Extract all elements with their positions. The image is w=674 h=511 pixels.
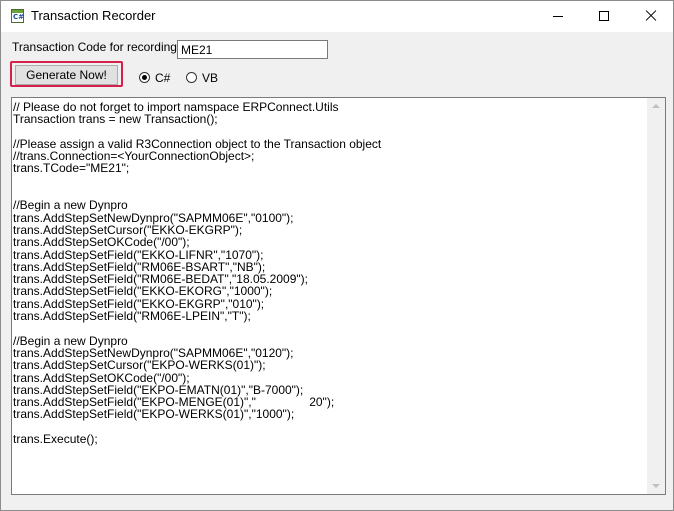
close-icon <box>645 10 657 22</box>
title-bar[interactable]: C# Transaction Recorder <box>1 1 673 32</box>
app-icon-text: C# <box>13 13 25 21</box>
csharp-file-icon: C# <box>11 9 24 23</box>
vb-radio[interactable] <box>186 72 197 83</box>
vb-radio-label[interactable]: VB <box>202 71 218 85</box>
maximize-button[interactable] <box>581 1 627 32</box>
scroll-up-button[interactable] <box>648 98 665 115</box>
chevron-down-icon <box>652 484 660 488</box>
close-button[interactable] <box>627 1 673 32</box>
code-editor[interactable]: // Please do not forget to import namspa… <box>11 97 666 495</box>
transaction-code-input[interactable] <box>177 40 328 59</box>
transaction-code-label: Transaction Code for recording <box>12 40 177 54</box>
csharp-radio[interactable] <box>139 72 150 83</box>
minimize-button[interactable] <box>535 1 581 32</box>
vertical-scrollbar[interactable] <box>647 98 665 494</box>
generated-code[interactable]: // Please do not forget to import namspa… <box>13 101 647 445</box>
transaction-recorder-window: C# Transaction Recorder Transaction Code… <box>0 0 674 511</box>
maximize-icon <box>599 11 609 21</box>
window-title: Transaction Recorder <box>31 8 156 23</box>
chevron-up-icon <box>652 104 660 108</box>
generate-now-button[interactable]: Generate Now! <box>15 65 118 85</box>
scroll-down-button[interactable] <box>648 477 665 494</box>
csharp-radio-label[interactable]: C# <box>155 71 170 85</box>
minimize-icon <box>553 16 563 17</box>
